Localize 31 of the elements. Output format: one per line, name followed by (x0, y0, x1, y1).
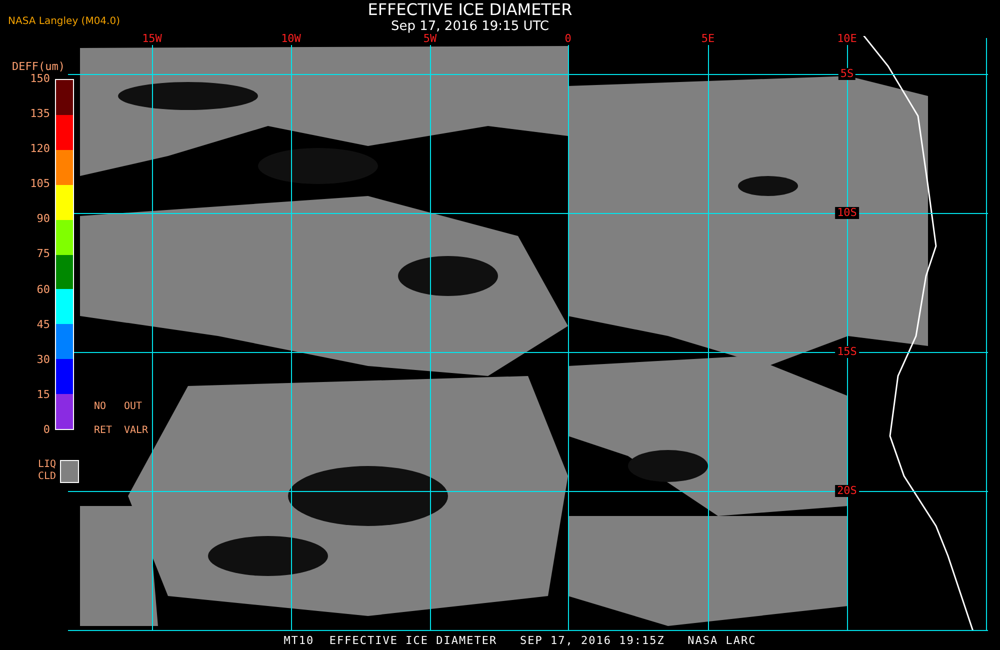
longitude-label: 5E (700, 33, 716, 45)
unit-label: DEFF(um) (12, 61, 66, 73)
longitude-label: 5W (422, 33, 438, 45)
longitude-label: 15W (141, 33, 163, 45)
scale-label: 105 (30, 178, 50, 190)
latitude-label: 15S (835, 346, 859, 358)
chart-title: EFFECTIVE ICE DIAMETER (368, 1, 572, 19)
scale-label: 75 (36, 248, 50, 260)
scale-label: 120 (30, 143, 50, 156)
latitude-label: 5S (838, 68, 856, 80)
scale-label: 60 (36, 284, 50, 296)
scale-label: 30 (36, 354, 50, 366)
scale-label: 45 (36, 318, 50, 331)
latitude-label: 20S (835, 485, 859, 497)
scale-label: 90 (36, 213, 50, 226)
longitude-label: 10E (836, 33, 858, 45)
scale-label: 15 (36, 388, 50, 401)
timestamp: Sep 17, 2016 19:15 UTC (390, 19, 550, 34)
longitude-label: 0 (564, 33, 572, 45)
source-label: NASA Langley (M04.0) (7, 15, 121, 27)
legend-note: OUT (124, 401, 144, 413)
liquid-cloud-label: LIQ CLD (36, 459, 56, 483)
footer-caption: MT10 EFFECTIVE ICE DIAMETER SEP 17, 2016 19:15Z NASA LARC (282, 634, 758, 647)
scale-label: 150 (30, 73, 50, 85)
scale-label: 0 (43, 424, 50, 436)
latitude-label: 10S (835, 207, 859, 219)
legend-note: VALR (124, 425, 150, 437)
longitude-label: 10W (280, 33, 302, 45)
legend-note: NO (94, 401, 108, 413)
scale-label: 135 (30, 108, 50, 120)
legend-note: RET (94, 425, 114, 437)
